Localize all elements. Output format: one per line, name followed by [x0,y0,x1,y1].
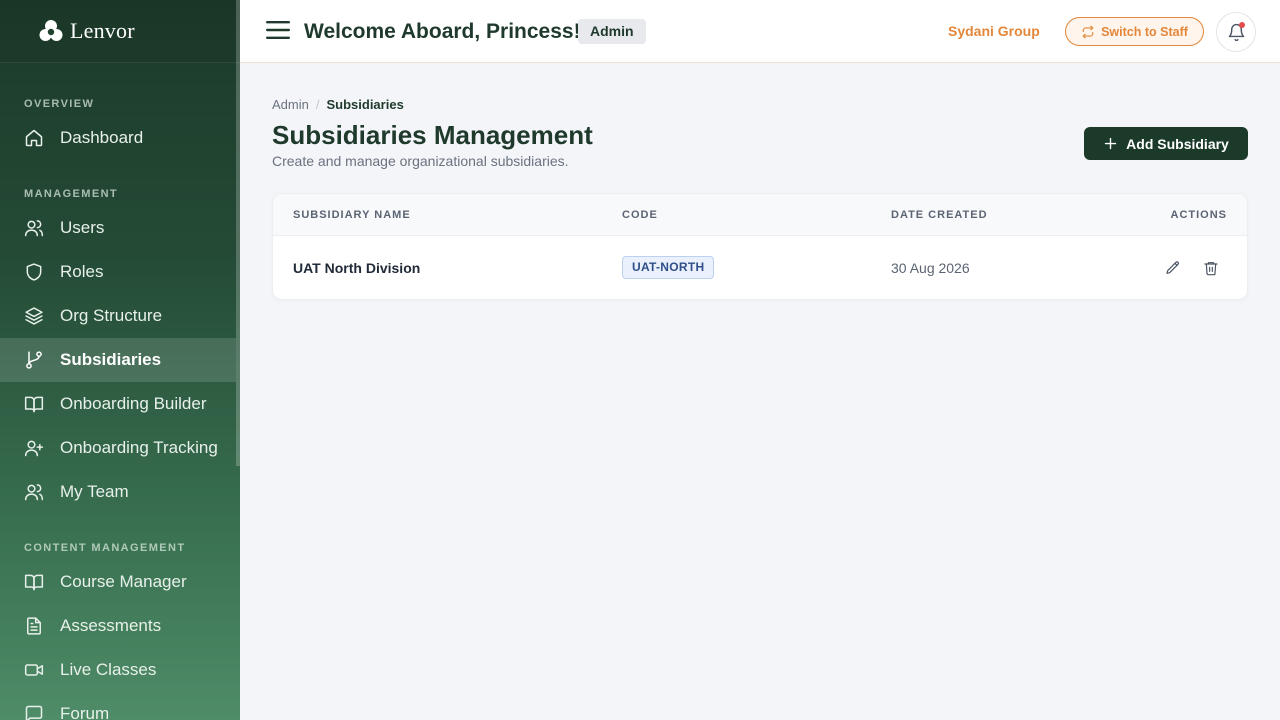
shield-icon [26,263,42,281]
page-subtitle: Create and manage organizational subsidi… [272,153,569,169]
column-header-actions: ACTIONS [1170,209,1227,221]
welcome-message: Welcome Aboard, Princess! [304,20,581,43]
add-subsidiary-button[interactable]: Add Subsidiary [1084,127,1248,160]
sidebar-item-label: Users [60,218,105,237]
book-open-icon [24,396,44,413]
edit-button[interactable] [1163,258,1183,278]
sidebar-item-label: Forum [60,704,110,720]
sidebar-item-label: Onboarding Builder [60,394,207,413]
nav-section-management: MANAGEMENT [24,188,119,200]
subsidiary-date-created: 30 Aug 2026 [891,260,970,276]
brand-name: Lenvor [70,18,135,43]
refresh-icon [1082,25,1094,38]
breadcrumb-current: Subsidiaries [326,97,404,112]
add-subsidiary-label: Add Subsidiary [1126,135,1229,152]
layers-icon [25,307,43,325]
sidebar-item-label: Live Classes [60,660,157,679]
nav-section-content-management: CONTENT MANAGEMENT [24,542,186,554]
nav-section-overview: OVERVIEW [24,98,95,110]
sidebar-item-label: Subsidiaries [60,350,162,369]
file-text-icon [27,617,41,635]
sidebar-item-onboarding-tracking[interactable]: Onboarding Tracking [0,426,236,470]
sidebar-item-label: Dashboard [60,128,144,147]
sidebar-item-label: Org Structure [60,306,163,325]
git-branch-icon [26,351,42,369]
column-header-name: SUBSIDIARY NAME [293,209,411,221]
user-plus-icon [24,440,44,457]
app-root: Lenvor OVERVIEW Dashboard MANAGEMENT Use… [0,0,1280,720]
trash-icon [1204,262,1218,276]
table-row[interactable]: UAT North Division UAT-NORTH 30 Aug 2026 [273,236,1247,299]
breadcrumb-separator: / [315,97,320,112]
switch-to-staff-label: Switch to Staff [1101,24,1188,39]
notifications-button[interactable] [1216,12,1256,52]
organization-name[interactable]: Sydani Group [948,23,1040,39]
brand[interactable]: Lenvor [0,0,240,63]
subsidiary-name: UAT North Division [293,260,421,276]
sidebar-item-label: Onboarding Tracking [60,438,218,457]
sidebar-item-dashboard[interactable]: Dashboard [0,116,236,160]
sidebar-item-live-classes[interactable]: Live Classes [0,648,236,692]
users-icon [24,484,44,501]
table-header: SUBSIDIARY NAME CODE DATE CREATED ACTION… [273,194,1247,236]
message-square-icon [25,705,43,720]
top-header: Welcome Aboard, Princess! Admin Sydani G… [240,0,1280,63]
sidebar-item-label: Assessments [60,616,162,635]
role-badge: Admin [578,19,646,44]
brand-logo [38,18,64,44]
sidebar-item-roles[interactable]: Roles [0,250,236,294]
subsidiary-code-badge: UAT-NORTH [622,256,715,279]
breadcrumb: Admin / Subsidiaries [272,97,404,112]
plus-icon [1104,137,1117,150]
column-header-date: DATE CREATED [891,209,988,221]
sidebar-item-label: Roles [60,262,104,281]
main-content: Admin / Subsidiaries Subsidiaries Manage… [240,63,1280,720]
sidebar-item-users[interactable]: Users [0,206,236,250]
sidebar-item-onboarding-builder[interactable]: Onboarding Builder [0,382,236,426]
sidebar: Lenvor OVERVIEW Dashboard MANAGEMENT Use… [0,0,240,720]
subsidiaries-table: SUBSIDIARY NAME CODE DATE CREATED ACTION… [272,193,1248,300]
video-icon [24,664,44,676]
sidebar-item-label: Course Manager [60,572,187,591]
sidebar-item-org-structure[interactable]: Org Structure [0,294,236,338]
notification-dot [1239,22,1245,28]
pencil-icon [1166,261,1179,274]
sidebar-item-subsidiaries[interactable]: Subsidiaries [0,338,236,382]
users-icon [24,220,44,237]
sidebar-item-course-manager[interactable]: Course Manager [0,560,236,604]
book-open-icon [24,574,44,591]
sidebar-item-my-team[interactable]: My Team [0,470,236,514]
sidebar-item-label: My Team [60,482,129,501]
column-header-code: CODE [622,209,658,221]
page-title: Subsidiaries Management [272,120,593,150]
home-icon [25,129,43,147]
sidebar-item-assessments[interactable]: Assessments [0,604,236,648]
breadcrumb-root[interactable]: Admin [272,97,309,112]
menu-icon[interactable] [266,20,290,40]
delete-button[interactable] [1201,258,1221,278]
sidebar-item-forum[interactable]: Forum [0,692,236,720]
switch-to-staff-button[interactable]: Switch to Staff [1065,17,1204,46]
